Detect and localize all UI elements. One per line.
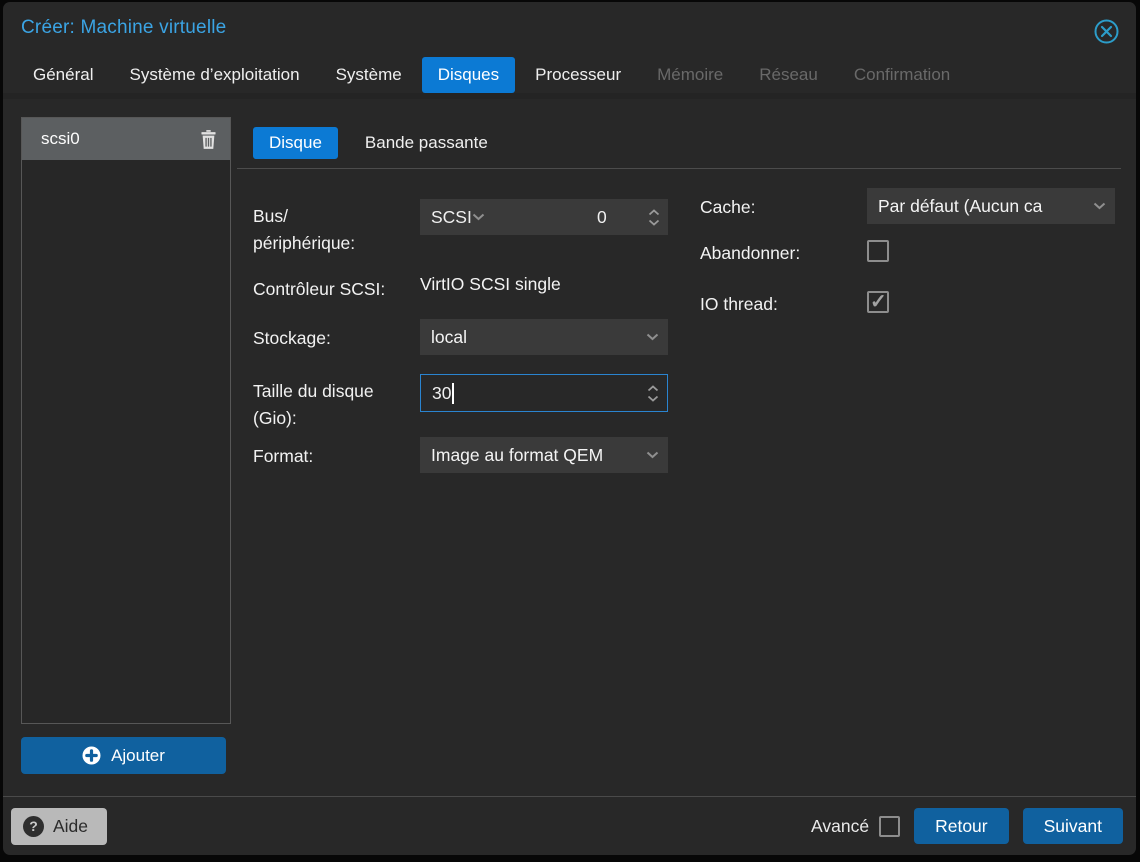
scsi-controller-label: Contrôleur SCSI: xyxy=(253,270,420,303)
text-caret xyxy=(452,383,454,404)
tab-confirmation: Confirmation xyxy=(838,57,966,93)
dialog-titlebar: Créer: Machine virtuelle xyxy=(3,2,1136,49)
storage-select[interactable]: local xyxy=(420,319,668,355)
bus-type-select[interactable]: SCSI xyxy=(420,199,580,235)
disk-subtabs: Disque Bande passante xyxy=(237,127,1121,159)
discard-checkbox[interactable] xyxy=(867,240,889,262)
form-left-column: Bus/ périphérique: SCSI 0 xyxy=(253,169,700,473)
cache-select[interactable]: Par défaut (Aucun ca xyxy=(867,188,1115,224)
chevron-down-icon xyxy=(472,213,485,221)
discard-label: Abandonner: xyxy=(700,240,867,267)
scsi-controller-value: VirtIO SCSI single xyxy=(420,270,668,295)
spinner-down-icon[interactable] xyxy=(648,219,660,226)
discard-row: Abandonner: xyxy=(700,240,1115,267)
close-icon[interactable] xyxy=(1093,18,1120,45)
storage-row: Stockage: local xyxy=(253,319,700,355)
tab-systeme[interactable]: Système xyxy=(320,57,418,93)
chevron-down-icon xyxy=(646,451,659,459)
disk-list: scsi0 xyxy=(21,117,231,724)
bus-device-row: Bus/ périphérique: SCSI 0 xyxy=(253,199,700,257)
cache-row: Cache: Par défaut (Aucun ca xyxy=(700,188,1115,224)
footer-actions: Avancé Retour Suivant xyxy=(811,808,1123,844)
bus-number-value: 0 xyxy=(597,207,607,228)
add-disk-label: Ajouter xyxy=(111,746,165,766)
tab-os[interactable]: Système d’exploitation xyxy=(113,57,315,93)
spinner-down-icon[interactable] xyxy=(647,395,659,402)
cache-value: Par défaut (Aucun ca xyxy=(878,196,1093,217)
scsi-controller-row: Contrôleur SCSI: VirtIO SCSI single xyxy=(253,270,700,303)
help-button[interactable]: ? Aide xyxy=(11,808,107,845)
chevron-down-icon xyxy=(646,333,659,341)
question-mark-icon: ? xyxy=(23,816,44,837)
tab-reseau: Réseau xyxy=(743,57,834,93)
next-button[interactable]: Suivant xyxy=(1023,808,1123,844)
disk-size-value: 30 xyxy=(432,383,451,404)
bus-number-spinner[interactable]: 0 xyxy=(580,199,668,235)
form-right-column: Cache: Par défaut (Aucun ca Abandonner: xyxy=(700,169,1115,473)
plus-circle-icon xyxy=(82,746,101,765)
format-label: Format: xyxy=(253,437,420,470)
cache-label: Cache: xyxy=(700,188,867,221)
storage-label: Stockage: xyxy=(253,319,420,352)
create-vm-dialog: Créer: Machine virtuelle Général Système… xyxy=(3,2,1136,855)
wizard-tabbar: Général Système d’exploitation Système D… xyxy=(3,49,1136,99)
tab-disque[interactable]: Disque xyxy=(253,127,338,159)
storage-value: local xyxy=(431,327,646,348)
iothread-label: IO thread: xyxy=(700,291,867,318)
disk-size-row: Taille du disque (Gio): 30 xyxy=(253,374,700,432)
disk-sidebar: scsi0 xyxy=(21,99,231,796)
iothread-row: IO thread: xyxy=(700,291,1115,318)
help-label: Aide xyxy=(53,816,88,837)
trash-icon[interactable] xyxy=(200,130,217,149)
tab-disques[interactable]: Disques xyxy=(422,57,515,93)
bus-type-value: SCSI xyxy=(431,207,472,228)
spinner-up-icon[interactable] xyxy=(648,209,660,216)
format-row: Format: Image au format QEM xyxy=(253,437,700,473)
dialog-title: Créer: Machine virtuelle xyxy=(21,17,226,39)
disk-item-label: scsi0 xyxy=(41,129,80,149)
tab-bande-passante[interactable]: Bande passante xyxy=(349,127,504,159)
iothread-checkbox[interactable] xyxy=(867,291,889,313)
back-button[interactable]: Retour xyxy=(914,808,1009,844)
add-disk-button[interactable]: Ajouter xyxy=(21,737,226,774)
tab-processeur[interactable]: Processeur xyxy=(519,57,637,93)
dialog-body: scsi0 xyxy=(3,99,1136,796)
disk-settings-panel: Disque Bande passante Bus/ périphérique: xyxy=(237,99,1121,796)
disk-size-input[interactable]: 30 xyxy=(420,374,668,412)
disk-list-item-scsi0[interactable]: scsi0 xyxy=(22,118,230,160)
dialog-footer: ? Aide Avancé Retour Suivant xyxy=(3,796,1136,855)
bus-device-label: Bus/ périphérique: xyxy=(253,199,420,257)
advanced-label: Avancé xyxy=(811,816,869,837)
chevron-down-icon xyxy=(1093,202,1106,210)
spinner-up-icon[interactable] xyxy=(647,385,659,392)
format-select[interactable]: Image au format QEM xyxy=(420,437,668,473)
format-value: Image au format QEM xyxy=(431,445,646,466)
tab-general[interactable]: Général xyxy=(17,57,109,93)
advanced-checkbox[interactable] xyxy=(879,816,900,837)
tab-memoire: Mémoire xyxy=(641,57,739,93)
disk-size-label: Taille du disque (Gio): xyxy=(253,374,420,432)
disk-form: Bus/ périphérique: SCSI 0 xyxy=(237,169,1121,473)
